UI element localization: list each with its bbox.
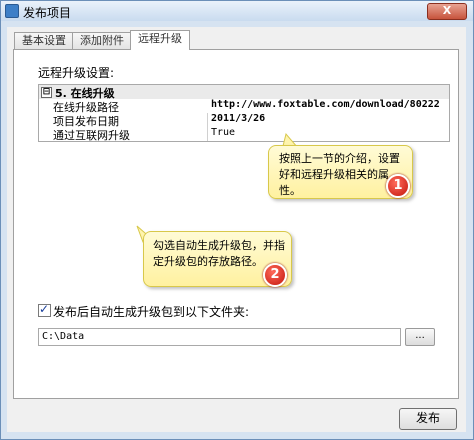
title-bar[interactable]: 发布项目 X: [1, 1, 473, 21]
tab-remote-upgrade[interactable]: 远程升级: [130, 30, 190, 50]
grid-row[interactable]: 通过互联网升级 True: [39, 127, 449, 142]
collapse-icon[interactable]: ⊟: [41, 87, 52, 98]
property-value[interactable]: True: [211, 127, 235, 138]
publish-button[interactable]: 发布: [399, 408, 457, 430]
property-grid: ⊟ 5. 在线升级 在线升级路径 http://www.foxtable.com…: [38, 84, 450, 142]
window-title: 发布项目: [23, 6, 72, 20]
callout-2-text: 勾选自动生成升级包，并指定升级包的存放路径。: [153, 239, 285, 268]
callout-1-text: 按照上一节的介绍，设置好和远程升级相关的属性。: [279, 152, 400, 197]
step-badge-2: 2: [263, 263, 287, 287]
property-value[interactable]: http://www.foxtable.com/download/80222: [211, 99, 440, 110]
grid-row[interactable]: 在线升级路径 http://www.foxtable.com/download/…: [39, 99, 449, 114]
tab-attachments[interactable]: 添加附件: [72, 32, 132, 49]
app-icon: [5, 4, 19, 18]
property-name: 通过互联网升级: [53, 129, 130, 142]
close-button[interactable]: X: [427, 3, 467, 20]
auto-package-checkbox[interactable]: ✓: [38, 302, 51, 317]
browse-button[interactable]: ...: [405, 328, 435, 346]
folder-path-input[interactable]: C:\Data: [38, 328, 401, 346]
category-row[interactable]: ⊟ 5. 在线升级: [39, 85, 449, 100]
tab-basic-settings[interactable]: 基本设置: [14, 32, 74, 49]
grid-row[interactable]: 项目发布日期 2011/3/26: [39, 113, 449, 128]
check-mark-icon: ✓: [39, 302, 50, 316]
property-value[interactable]: 2011/3/26: [211, 113, 265, 124]
section-label: 远程升级设置:: [38, 66, 115, 80]
step-badge-1: 1: [386, 174, 410, 198]
auto-package-label[interactable]: 发布后自动生成升级包到以下文件夹:: [53, 303, 249, 320]
